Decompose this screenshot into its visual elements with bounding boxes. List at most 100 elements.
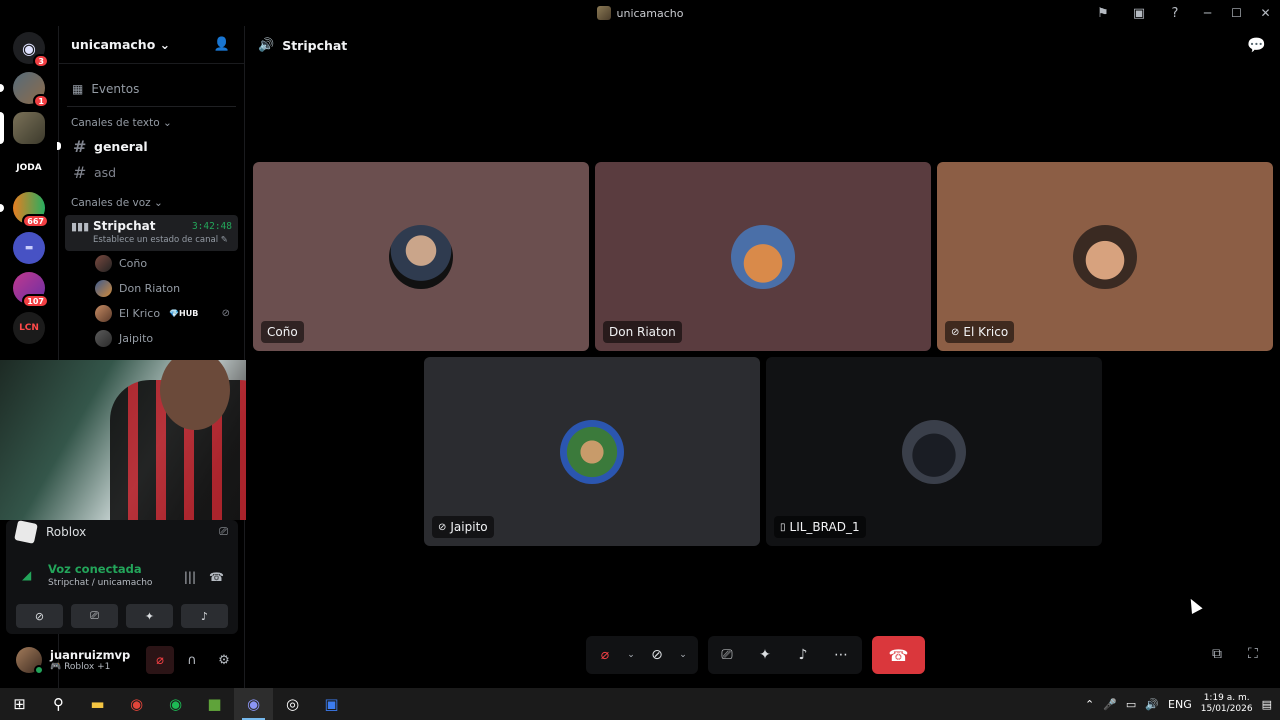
leave-call-button[interactable]: ☎ <box>872 636 925 674</box>
voice-user[interactable]: Don Riaton <box>59 276 244 301</box>
webcam-overlay[interactable] <box>0 360 285 520</box>
calendar-icon: ▦ <box>72 82 84 96</box>
user-panel: juanruizmvp 🎮 Roblox +1 ⌀ ∩ ⚙ <box>6 640 238 680</box>
voice-user[interactable]: Coño <box>59 251 244 276</box>
mobile-icon: ▯ <box>780 521 786 533</box>
server-icon-selected[interactable] <box>0 112 45 144</box>
user-status: 🎮 Roblox +1 <box>50 662 111 672</box>
more-options-icon[interactable]: ⋯ <box>822 636 860 674</box>
server-icon[interactable]: LCN <box>13 312 45 344</box>
avatar <box>560 419 624 484</box>
popout-icon[interactable]: ⧉ <box>1212 646 1222 662</box>
clock[interactable]: 1:19 a. m. 15/01/2026 <box>1201 693 1253 715</box>
folder-icon[interactable]: ▬ <box>13 232 45 264</box>
search-icon[interactable]: ⚲ <box>39 688 78 720</box>
participant-tile[interactable]: ⊘ Jaipito <box>424 357 760 546</box>
call-controls: ⌀ ⌄ ⊘ ⌄ ⎚ ✦ ♪ ⋯ ☎ ⧉ ⛶ <box>246 636 1280 676</box>
fullscreen-icon[interactable]: ⛶ <box>1248 646 1258 662</box>
channel-status[interactable]: Establece un estado de canal ✎ <box>71 235 232 245</box>
headphones-icon[interactable]: ∩ <box>178 646 206 674</box>
chrome-icon[interactable]: ◉ <box>117 688 156 720</box>
stream-icon[interactable]: ⎚ <box>219 525 228 539</box>
activities-button[interactable]: ✦ <box>126 604 173 628</box>
server-avatar-icon <box>596 6 611 20</box>
notification-badge: 667 <box>22 214 49 228</box>
server-folder-icon[interactable]: 667 <box>0 192 49 228</box>
server-icon[interactable]: 1 <box>0 72 49 108</box>
channel-asd[interactable]: # asd <box>59 159 244 185</box>
language-indicator[interactable]: ENG <box>1168 698 1192 711</box>
steam-icon[interactable]: ◎ <box>273 688 312 720</box>
taskbar: ⊞ ⚲ ▬ ◉ ◉ ■ ◉ ◎ ▣ ⌃ 🎤 ▭ 🔊 ENG 1:19 a. m.… <box>0 688 1280 720</box>
hash-icon: # <box>73 136 87 156</box>
voice-user[interactable]: El Krico 💎HUB ⊘ <box>59 301 244 326</box>
channel-general[interactable]: # general <box>57 133 244 159</box>
chevron-down-icon: ⌄ <box>159 37 171 52</box>
add-member-icon[interactable]: 👤 <box>214 37 230 52</box>
soundboard-button[interactable]: ♪ <box>181 604 228 628</box>
chat-bubble-icon[interactable]: 💬 <box>1247 36 1266 54</box>
chevron-down-icon[interactable]: ⌄ <box>624 636 638 674</box>
screen-share-button[interactable]: ⎚ <box>71 604 118 628</box>
voice-category[interactable]: Canales de voz ⌄ <box>59 185 244 213</box>
voice-user[interactable]: Jaipito <box>59 326 244 351</box>
chevron-down-icon[interactable]: ⌄ <box>676 636 690 674</box>
avatar <box>1073 224 1137 289</box>
help-icon[interactable]: ? <box>1157 0 1193 26</box>
settings-gear-icon[interactable]: ⚙ <box>210 646 238 674</box>
window-title: unicamacho <box>596 6 684 20</box>
participant-tile[interactable]: Coño <box>253 162 589 351</box>
volume-icon[interactable]: 🔊 <box>1145 698 1159 711</box>
server-icon[interactable]: 107 <box>13 272 49 308</box>
server-name: unicamacho ⌄ <box>71 37 171 52</box>
flag-icon[interactable]: ⚑ <box>1085 0 1121 26</box>
minecraft-icon[interactable]: ■ <box>195 688 234 720</box>
avatar <box>902 419 966 484</box>
disconnect-icon[interactable]: ☎ <box>209 570 224 584</box>
call-timer: 3:42:48 <box>191 221 232 232</box>
deafened-icon: ⊘ <box>951 326 960 338</box>
server-header[interactable]: unicamacho ⌄ 👤 <box>59 26 244 64</box>
user-avatar[interactable] <box>16 647 44 675</box>
mic-muted-icon[interactable]: ⌀ <box>586 636 624 674</box>
soundboard-icon[interactable]: ♪ <box>784 636 822 674</box>
chevron-up-icon[interactable]: ⌃ <box>1085 698 1094 711</box>
discord-home-icon[interactable]: ◉ 3 <box>13 32 49 68</box>
roblox-app-icon[interactable]: ▣ <box>312 688 351 720</box>
discord-icon[interactable]: ◉ <box>234 688 273 720</box>
deafened-icon: ⊘ <box>438 521 447 533</box>
participant-tile[interactable]: ⊘ El Krico <box>937 162 1273 351</box>
camera-off-icon[interactable]: ⊘ <box>638 636 676 674</box>
game-activity[interactable]: Roblox ⎚ <box>6 520 238 544</box>
server-icon[interactable]: JODA <box>13 152 45 184</box>
activities-icon[interactable]: ✦ <box>746 636 784 674</box>
microphone-icon[interactable]: 🎤 <box>1103 698 1117 711</box>
mic-muted-icon[interactable]: ⌀ <box>146 646 174 674</box>
text-category[interactable]: Canales de texto ⌄ <box>59 107 244 133</box>
noise-suppression-icon[interactable]: ||| <box>184 570 196 584</box>
system-tray: ⌃ 🎤 ▭ 🔊 ENG 1:19 a. m. 15/01/2026 ▤ <box>1085 688 1280 720</box>
activity-panel: Roblox ⎚ ◢ Voz conectada Stripchat / uni… <box>6 520 238 634</box>
spotify-icon[interactable]: ◉ <box>156 688 195 720</box>
notification-icon[interactable]: ▤ <box>1262 698 1272 711</box>
file-explorer-icon[interactable]: ▬ <box>78 688 117 720</box>
screen-share-icon[interactable]: ⎚ <box>708 636 746 674</box>
avatar <box>95 255 112 272</box>
voice-channel-stripchat[interactable]: ▮▮▮ Stripchat 3:42:48 Establece un estad… <box>65 215 238 251</box>
avatar <box>95 305 112 322</box>
network-icon[interactable]: ▭ <box>1126 698 1136 711</box>
minimize-button[interactable]: ─ <box>1193 0 1222 26</box>
voice-connection: ◢ Voz conectada Stripchat / unicamacho |… <box>22 562 224 588</box>
events-item[interactable]: ▦ Eventos <box>59 64 244 100</box>
speaker-icon: 🔊 <box>258 37 275 53</box>
notification-badge: 1 <box>33 94 49 108</box>
close-button[interactable]: ✕ <box>1251 0 1280 26</box>
notification-badge: 3 <box>33 54 49 68</box>
participant-tile[interactable]: ▯ LIL_BRAD_1 <box>766 357 1102 546</box>
maximize-button[interactable]: ☐ <box>1222 0 1251 26</box>
inbox-icon[interactable]: ▣ <box>1121 0 1157 26</box>
participant-tile[interactable]: Don Riaton <box>595 162 931 351</box>
windows-start-icon[interactable]: ⊞ <box>0 688 39 720</box>
camera-off-button[interactable]: ⊘ <box>16 604 63 628</box>
avatar <box>95 280 112 297</box>
